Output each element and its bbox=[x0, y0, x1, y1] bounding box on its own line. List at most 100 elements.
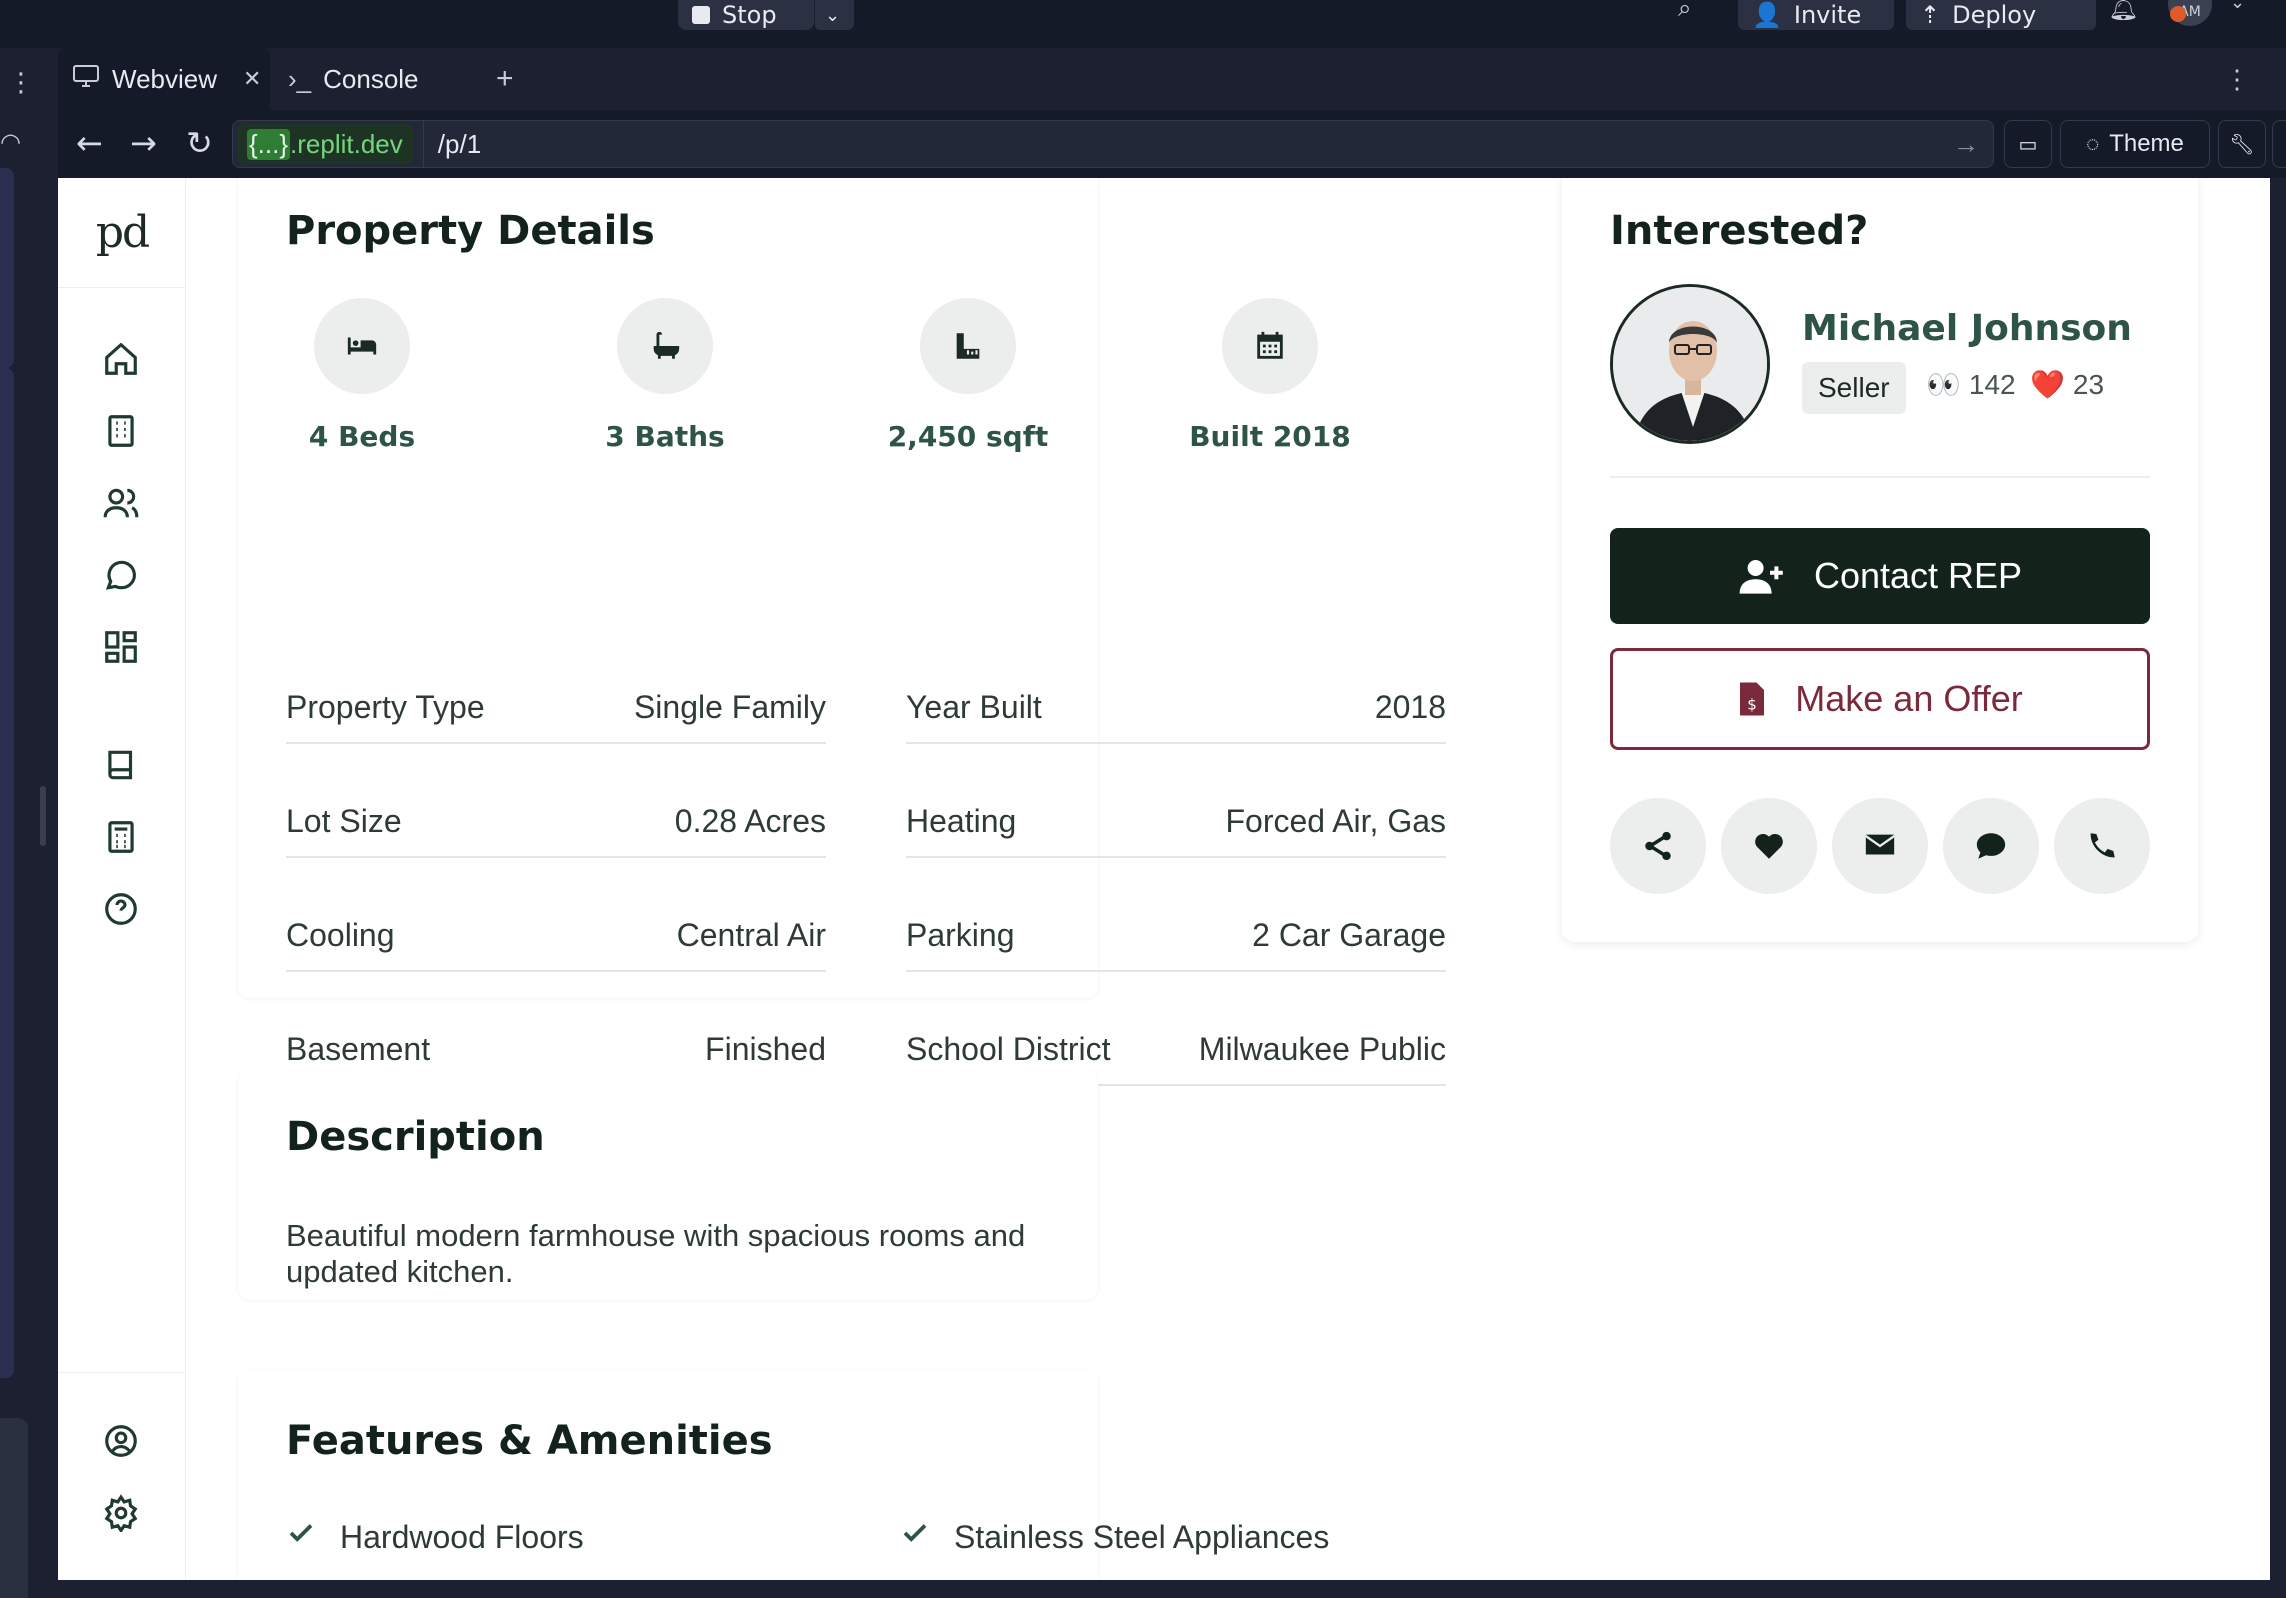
app-logo[interactable]: pd bbox=[58, 178, 186, 288]
resize-handle[interactable] bbox=[40, 786, 46, 846]
theme-button[interactable]: ◌ Theme bbox=[2060, 120, 2210, 168]
nav-dashboard[interactable] bbox=[98, 624, 144, 670]
contact-rep-button[interactable]: Contact REP bbox=[1610, 528, 2150, 624]
stat-label: 3 Baths bbox=[605, 420, 725, 453]
grid-icon bbox=[105, 631, 137, 663]
nav-home[interactable] bbox=[98, 336, 144, 382]
bath-icon bbox=[617, 298, 713, 394]
tab-label: Webview bbox=[112, 63, 218, 94]
address-field[interactable]: {...} .replit.dev /p/1 → bbox=[232, 120, 1994, 168]
devtools-button[interactable]: 🔧︎ bbox=[2218, 120, 2266, 168]
add-user-icon bbox=[1739, 560, 1783, 594]
close-icon[interactable]: ✕ bbox=[243, 66, 261, 92]
url-path: /p/1 bbox=[437, 128, 482, 159]
message-button[interactable] bbox=[1943, 798, 2039, 894]
stat-built: Built 2018 bbox=[1170, 298, 1370, 453]
side-panel-edge bbox=[0, 1418, 28, 1598]
domain-badge: {...} .replit.dev bbox=[237, 124, 413, 164]
tab-bar: Webview ✕ ›_ Console + ⋮ bbox=[58, 48, 2286, 110]
stat-label: 4 Beds bbox=[308, 420, 416, 453]
agent-name[interactable]: Michael Johnson bbox=[1802, 308, 2132, 349]
tab-menu-button[interactable]: ⋮ bbox=[2224, 48, 2250, 110]
device-toggle-button[interactable]: ▭ bbox=[2004, 120, 2052, 168]
detail-row-parking: Parking 2 Car Garage bbox=[906, 896, 1446, 972]
feature-label: Hardwood Floors bbox=[340, 1518, 584, 1555]
heart-icon bbox=[1755, 833, 1783, 859]
bell-icon[interactable]: 🔔︎ bbox=[2108, 0, 2138, 22]
building-icon bbox=[108, 415, 134, 447]
nav-profile[interactable] bbox=[98, 1418, 144, 1464]
nav-messages[interactable] bbox=[98, 552, 144, 598]
stop-button[interactable]: Stop bbox=[678, 0, 814, 30]
book-icon bbox=[108, 750, 133, 780]
go-icon[interactable]: → bbox=[1953, 129, 1979, 160]
nav-guides[interactable] bbox=[98, 742, 144, 788]
nav-settings[interactable] bbox=[98, 1490, 144, 1536]
address-separator bbox=[422, 120, 424, 168]
open-external-button[interactable]: ↗ bbox=[2272, 120, 2286, 168]
invite-button[interactable]: 👤 Invite bbox=[1738, 0, 1894, 30]
interested-title: Interested? bbox=[1610, 208, 1869, 254]
share-button[interactable] bbox=[1610, 798, 1706, 894]
envelope-icon bbox=[1865, 834, 1895, 855]
detail-row-year-built: Year Built 2018 bbox=[906, 668, 1446, 744]
detail-label: School District bbox=[906, 1030, 1111, 1067]
chevron-down-icon: ⌄ bbox=[825, 4, 841, 26]
speed-icon[interactable]: ◠ bbox=[0, 128, 21, 156]
feature-item: Hardwood Floors bbox=[286, 1518, 584, 1556]
add-user-icon: 👤 bbox=[1752, 1, 1782, 29]
monitor-icon bbox=[72, 63, 100, 96]
make-offer-label: Make an Offer bbox=[1795, 678, 2023, 719]
more-vertical-icon[interactable]: ⋮ bbox=[8, 68, 34, 98]
nav-calculator[interactable] bbox=[98, 814, 144, 860]
stat-label: Built 2018 bbox=[1189, 420, 1351, 453]
palette-icon: ◌ bbox=[2086, 131, 2100, 156]
detail-row-heating: Heating Forced Air, Gas bbox=[906, 782, 1446, 858]
stat-baths: 3 Baths bbox=[565, 298, 765, 453]
invite-label: Invite bbox=[1793, 1, 1862, 29]
back-icon[interactable]: ← bbox=[76, 124, 103, 162]
tab-label: Console bbox=[323, 63, 419, 94]
stop-label: Stop bbox=[722, 1, 777, 29]
domain-prefix: {...} bbox=[247, 128, 291, 160]
make-offer-button[interactable]: $ Make an Offer bbox=[1610, 648, 2150, 750]
tab-console[interactable]: ›_ Console bbox=[288, 48, 488, 110]
detail-value: Single Family bbox=[633, 688, 826, 725]
feature-item: Stainless Steel Appliances bbox=[900, 1518, 1329, 1556]
agent-avatar[interactable] bbox=[1610, 284, 1770, 444]
deploy-label: Deploy bbox=[1952, 1, 2037, 29]
description-card: Description Beautiful modern farmhouse w… bbox=[238, 1068, 1098, 1300]
url-bar: ← → ↻ {...} .replit.dev /p/1 → ▭ ◌ Theme… bbox=[58, 110, 2286, 178]
home-icon bbox=[105, 342, 137, 375]
detail-label: Property Type bbox=[286, 688, 485, 725]
detail-label: Year Built bbox=[906, 688, 1042, 725]
email-button[interactable] bbox=[1832, 798, 1928, 894]
sidebar-divider bbox=[58, 1372, 186, 1373]
forward-icon[interactable]: → bbox=[130, 124, 157, 162]
heart-icon: ❤️ bbox=[2030, 369, 2065, 400]
tab-webview[interactable]: Webview ✕ bbox=[58, 48, 270, 110]
property-details-card: Property Details 4 Beds 3 Baths 2,450 sq… bbox=[238, 178, 1446, 998]
nav-buildings[interactable] bbox=[98, 408, 144, 454]
detail-label: Heating bbox=[906, 802, 1017, 839]
search-icon[interactable]: ⌕ bbox=[1678, 0, 1691, 22]
features-title: Features & Amenities bbox=[286, 1418, 773, 1464]
contact-rep-label: Contact REP bbox=[1813, 555, 2023, 596]
new-tab-button[interactable]: + bbox=[496, 48, 536, 110]
reload-icon[interactable]: ↻ bbox=[186, 124, 213, 162]
deploy-button[interactable]: ⇡ Deploy bbox=[1906, 0, 2096, 30]
detail-label: Cooling bbox=[286, 916, 395, 953]
favorite-button[interactable] bbox=[1721, 798, 1817, 894]
nav-users[interactable] bbox=[98, 480, 144, 526]
ide-left-strip: ⋮ ◠ bbox=[0, 48, 58, 1598]
stat-beds: 4 Beds bbox=[262, 298, 462, 453]
monitor-icon: ▭ bbox=[2018, 133, 2038, 156]
chevron-down-icon[interactable]: ⌄ bbox=[2230, 0, 2245, 13]
detail-row-cooling: Cooling Central Air bbox=[286, 896, 826, 972]
detail-value: Finished bbox=[705, 1030, 826, 1067]
call-button[interactable] bbox=[2054, 798, 2150, 894]
nav-help[interactable] bbox=[98, 886, 144, 932]
deploy-icon: ⇡ bbox=[1920, 1, 1941, 29]
stop-options-button[interactable]: ⌄ bbox=[814, 0, 854, 30]
detail-value: 2 Car Garage bbox=[1252, 916, 1446, 953]
